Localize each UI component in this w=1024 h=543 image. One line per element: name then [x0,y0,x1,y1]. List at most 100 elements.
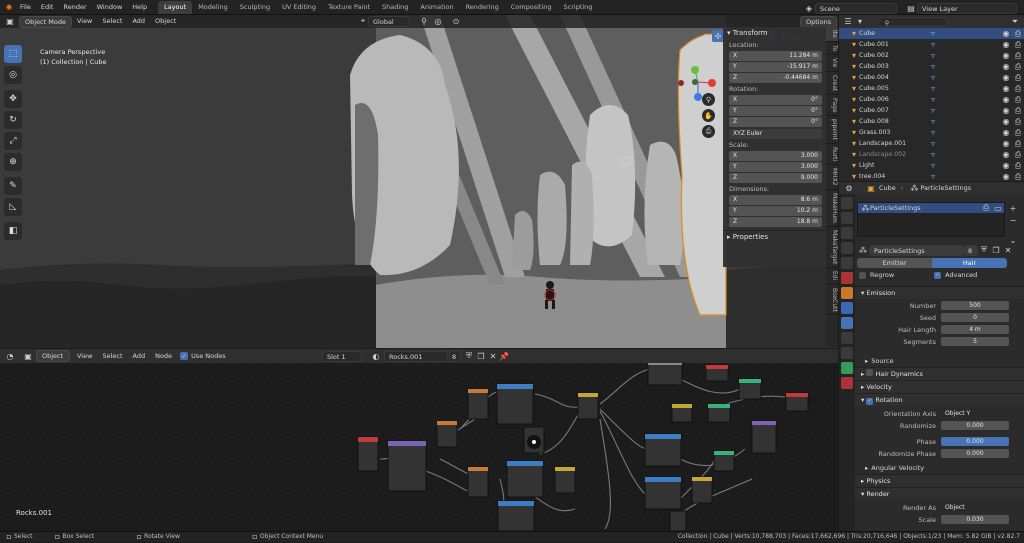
physics-tab-icon[interactable] [841,332,853,344]
shader-type-dropdown[interactable]: Object [36,350,70,362]
duplicate-material-icon[interactable]: ❐ [475,350,487,362]
pin-icon[interactable]: 📌 [498,350,510,362]
shader-type-icon[interactable]: ▣ [22,350,34,362]
number-field[interactable]: 500 [941,301,1009,310]
rotation-mode-dropdown[interactable]: XYZ Euler [729,129,822,139]
rotation-y-field[interactable]: Y 0° [729,106,822,116]
node-menu-node[interactable]: Node [150,349,177,364]
hair-dynamics-checkbox[interactable] [866,369,874,376]
viewport-toggle-icon[interactable]: ▭ [992,202,1004,214]
outliner-row[interactable]: ▾ Grass.003 ▿ ◉ ⎙ [839,127,1024,138]
properties-header[interactable]: ▸ Properties [723,230,826,243]
particle-list-item[interactable]: ParticleSettings [870,204,921,212]
visibility-eye-icon[interactable]: ◉ [1000,171,1012,183]
filter-icon[interactable]: ⏷ [1009,16,1021,28]
view-layer-selector[interactable]: View Layer [917,2,1017,14]
select-tool-icon[interactable]: ⬚ [4,45,22,63]
source-subsection[interactable]: ▸ Source [855,355,1024,366]
node-menu-add[interactable]: Add [128,349,151,364]
rotate-tool-icon[interactable]: ↻ [4,111,22,129]
outliner-row[interactable]: ▾ Landscape.001 ▿ ◉ ⎙ [839,138,1024,149]
editor-type-icon[interactable]: ▣ [4,16,16,28]
tab-layout[interactable]: Layout [158,1,193,14]
display-mode-icon[interactable]: ▾ [854,16,866,28]
tab-scripting[interactable]: Scripting [558,1,599,14]
blender-logo-icon[interactable]: ✺ [3,1,15,13]
outliner-row[interactable]: ▾ Cube.004 ▿ ◉ ⎙ [839,72,1024,83]
sidebar-tab-maketarget[interactable]: MakeTarget [826,227,838,269]
render-as-dropdown[interactable]: Object [941,503,1009,512]
snap-icon[interactable]: ⚲ [418,15,430,27]
rotation-section[interactable]: ▾ ✓ Rotation [855,393,1024,406]
proportional-edit-icon[interactable]: ◎ [432,15,444,27]
particle-settings-field[interactable]: ParticleSettings [869,244,964,256]
outliner-row[interactable]: ▾ Cube.006 ▿ ◉ ⎙ [839,94,1024,105]
velocity-section[interactable]: ▸ Velocity [855,380,1024,393]
emission-section[interactable]: ▾ Emission [855,286,1024,299]
render-tab-icon[interactable] [841,212,853,224]
transform-header[interactable]: ▾ Transform [723,27,826,40]
sidebar-tab-pipeint[interactable]: pipeint [826,116,838,145]
camera-view-icon[interactable]: ⎙ [702,125,715,138]
hair-toggle[interactable]: Hair [932,258,1007,268]
dimension-z-field[interactable]: Z 18.8 m [729,217,822,227]
randomize-phase-field[interactable]: 0.000 [941,449,1009,458]
orientation-axis-dropdown[interactable]: Object Y [941,409,1009,418]
tab-uv-editing[interactable]: UV Editing [276,1,322,14]
segments-field[interactable]: 5 [941,337,1009,346]
use-nodes-checkbox[interactable]: ✓ [180,352,189,360]
viewport-menu-object[interactable]: Object [150,15,181,29]
emitter-toggle[interactable]: Emitter [857,258,932,268]
outliner-row[interactable]: ▾ Cube.001 ▿ ◉ ⎙ [839,39,1024,50]
transform-tool-icon[interactable]: ⊕ [4,153,22,171]
modifier-tab-icon[interactable] [841,302,853,314]
outliner-row[interactable]: ▾ Landscape.002 ▿ ◉ ⎙ [839,149,1024,160]
scene-tab-icon[interactable] [841,257,853,269]
location-z-field[interactable]: Z -0.44684 m [729,73,822,83]
dimension-x-field[interactable]: X 8.6 m [729,195,822,205]
sidebar-tab-edit[interactable]: Edi [826,268,838,285]
outliner-editor-icon[interactable]: ☰ [842,16,854,28]
menu-window[interactable]: Window [92,0,128,15]
object-mode-dropdown[interactable]: Object Mode [19,15,72,28]
output-tab-icon[interactable] [841,227,853,239]
sidebar-tab-mhx2[interactable]: MHX2 [826,165,838,190]
sidebar-tab-boxcutter[interactable]: BoxCutt [826,285,838,316]
visibility-icon[interactable]: ◉ [700,30,712,42]
zoom-icon[interactable]: ⚲ [702,93,715,106]
physics-section[interactable]: ▸ Physics [855,474,1024,487]
material-name-field[interactable]: Rocks.001 [384,351,448,362]
world-tab-icon[interactable] [841,272,853,284]
seed-field[interactable]: 0 [941,313,1009,322]
sidebar-tab-item[interactable]: Ite [826,27,838,42]
constraints-tab-icon[interactable] [841,347,853,359]
rotation-x-field[interactable]: X 0° [729,95,822,105]
viewport-menu-add[interactable]: Add [127,15,150,29]
angular-velocity-subsection[interactable]: ▸ Angular Velocity [855,462,1024,473]
data-tab-icon[interactable] [841,362,853,374]
outliner-row[interactable]: ▾ Cube.003 ▿ ◉ ⎙ [839,61,1024,72]
outliner-row[interactable]: ▾ Cube.007 ▿ ◉ ⎙ [839,105,1024,116]
tab-shading[interactable]: Shading [376,1,414,14]
pan-hand-icon[interactable]: ✋ [702,109,715,122]
measure-tool-icon[interactable]: ◺ [4,198,22,216]
tab-sculpting[interactable]: Sculpting [234,1,276,14]
tab-rendering[interactable]: Rendering [460,1,505,14]
render-toggle-icon[interactable]: ⎙ [980,202,992,214]
material-users-count[interactable]: 8 [449,351,461,362]
viewport-menu-view[interactable]: View [72,15,97,29]
rotation-z-field[interactable]: Z 0° [729,117,822,127]
orientation-dropdown[interactable]: Global [368,16,410,27]
outliner-search-input[interactable]: ⚲ [878,16,948,27]
node-menu-select[interactable]: Select [97,349,127,364]
sidebar-tab-view[interactable]: Vie [826,55,838,72]
scale-y-field[interactable]: Y 3.000 [729,162,822,172]
outliner-row[interactable]: ▾ Cube.002 ▿ ◉ ⎙ [839,50,1024,61]
node-editor-type-icon[interactable]: ◔ [4,350,16,362]
annotate-tool-icon[interactable]: ✎ [4,177,22,195]
location-y-field[interactable]: Y -15.917 m [729,62,822,72]
sidebar-tab-create[interactable]: Creat [826,72,838,95]
hair-dynamics-section[interactable]: ▸ Hair Dynamics [855,367,1024,380]
material-sphere-icon[interactable]: ◐ [370,350,382,362]
render-section[interactable]: ▾ Render [855,487,1024,500]
